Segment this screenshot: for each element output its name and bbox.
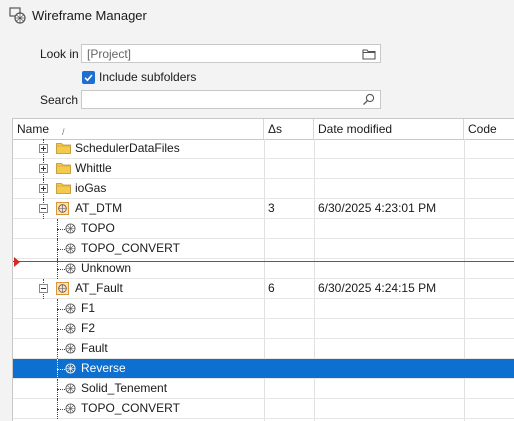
row-name: F1 [81, 301, 96, 315]
tree-connector [57, 269, 65, 270]
wireframe-list[interactable]: Name / Δs Date modified Code SchedulerDa… [12, 118, 514, 421]
wireframe-icon [65, 343, 76, 354]
search-label: Search [40, 93, 79, 107]
drop-indicator-arrow-icon [14, 257, 20, 267]
table-row[interactable]: Fault [13, 339, 514, 359]
row-name: AT_Fault [75, 281, 123, 295]
table-row[interactable]: Unknown [13, 259, 514, 279]
search-input[interactable] [81, 90, 381, 109]
row-name: ioGas [75, 181, 107, 195]
collapse-icon[interactable] [39, 204, 48, 213]
search-icon[interactable] [362, 93, 376, 106]
wireframe-manager-icon [9, 7, 26, 24]
table-row[interactable]: TOPO_CONVERT [13, 239, 514, 259]
column-header-row: Name / Δs Date modified Code [13, 119, 514, 140]
tree-connector [57, 369, 65, 370]
wireframe-icon [65, 323, 76, 334]
tree-connector [57, 409, 65, 410]
row-ds: 3 [268, 201, 275, 215]
table-row[interactable]: Solid_Tenement [13, 379, 514, 399]
tree-connector [57, 329, 65, 330]
wireframe-icon [65, 383, 76, 394]
table-row[interactable]: TOPO [13, 219, 514, 239]
row-name: Reverse [81, 361, 126, 375]
tree-connector [57, 389, 65, 390]
row-name: AT_DTM [75, 201, 123, 215]
column-header-code[interactable]: Code [464, 119, 514, 139]
tree-connector [57, 309, 65, 310]
wireframe-icon [65, 263, 76, 274]
column-header-date[interactable]: Date modified [314, 119, 464, 139]
expand-icon[interactable] [39, 164, 48, 173]
row-name: Whittle [75, 161, 112, 175]
look-in-label: Look in [40, 47, 79, 61]
row-name: Solid_Tenement [81, 381, 168, 395]
column-header-name-label: Name [17, 122, 50, 136]
include-subfolders-checkbox[interactable] [82, 71, 95, 84]
wireframe-icon [65, 303, 76, 314]
look-in-value: [Project] [87, 47, 132, 61]
table-row[interactable]: ioGas [13, 179, 514, 199]
table-row[interactable]: TOPO_CONVERT [13, 399, 514, 419]
column-header-code-label: Code [468, 122, 497, 136]
column-header-ds[interactable]: Δs [264, 119, 314, 139]
drop-indicator-line [13, 261, 514, 262]
row-name: TOPO_CONVERT [81, 241, 180, 255]
include-subfolders-label: Include subfolders [99, 70, 197, 84]
wireframe-icon [65, 363, 76, 374]
column-header-date-label: Date modified [318, 122, 393, 136]
table-row[interactable]: AT_DTM 3 6/30/2025 4:23:01 PM [13, 199, 514, 219]
tree-connector [57, 249, 65, 250]
window-title: Wireframe Manager [32, 8, 147, 23]
column-header-name[interactable]: Name / [13, 119, 264, 139]
row-name: TOPO_CONVERT [81, 401, 180, 415]
expand-icon[interactable] [39, 144, 48, 153]
row-date-modified: 6/30/2025 4:23:01 PM [318, 201, 437, 215]
folder-icon [56, 163, 71, 174]
row-ds: 6 [268, 281, 275, 295]
folder-icon [56, 183, 71, 194]
row-name: Fault [81, 341, 108, 355]
wireframe-set-icon [56, 282, 69, 295]
table-row[interactable]: AT_Fault 6 6/30/2025 4:24:15 PM [13, 279, 514, 299]
table-row[interactable]: Whittle [13, 159, 514, 179]
table-row[interactable]: SchedulerDataFiles [13, 139, 514, 159]
column-header-ds-label: Δs [268, 122, 283, 136]
tree-connector [57, 229, 65, 230]
title-bar: Wireframe Manager [0, 0, 514, 32]
wireframe-icon [65, 223, 76, 234]
row-name: F2 [81, 321, 96, 335]
row-name: TOPO [81, 221, 115, 235]
row-name: SchedulerDataFiles [75, 141, 180, 155]
tree-connector [57, 349, 65, 350]
checkmark-icon [84, 74, 93, 82]
table-row[interactable]: Reverse [13, 359, 514, 379]
table-row[interactable]: F2 [13, 319, 514, 339]
wireframe-set-icon [56, 202, 69, 215]
wireframe-icon [65, 243, 76, 254]
row-date-modified: 6/30/2025 4:24:15 PM [318, 281, 437, 295]
collapse-icon[interactable] [39, 284, 48, 293]
look-in-field[interactable]: [Project] [81, 44, 381, 63]
folder-icon [56, 143, 71, 154]
expand-icon[interactable] [39, 184, 48, 193]
table-row[interactable]: F1 [13, 299, 514, 319]
folder-browse-icon[interactable] [362, 47, 376, 60]
wireframe-icon [65, 403, 76, 414]
